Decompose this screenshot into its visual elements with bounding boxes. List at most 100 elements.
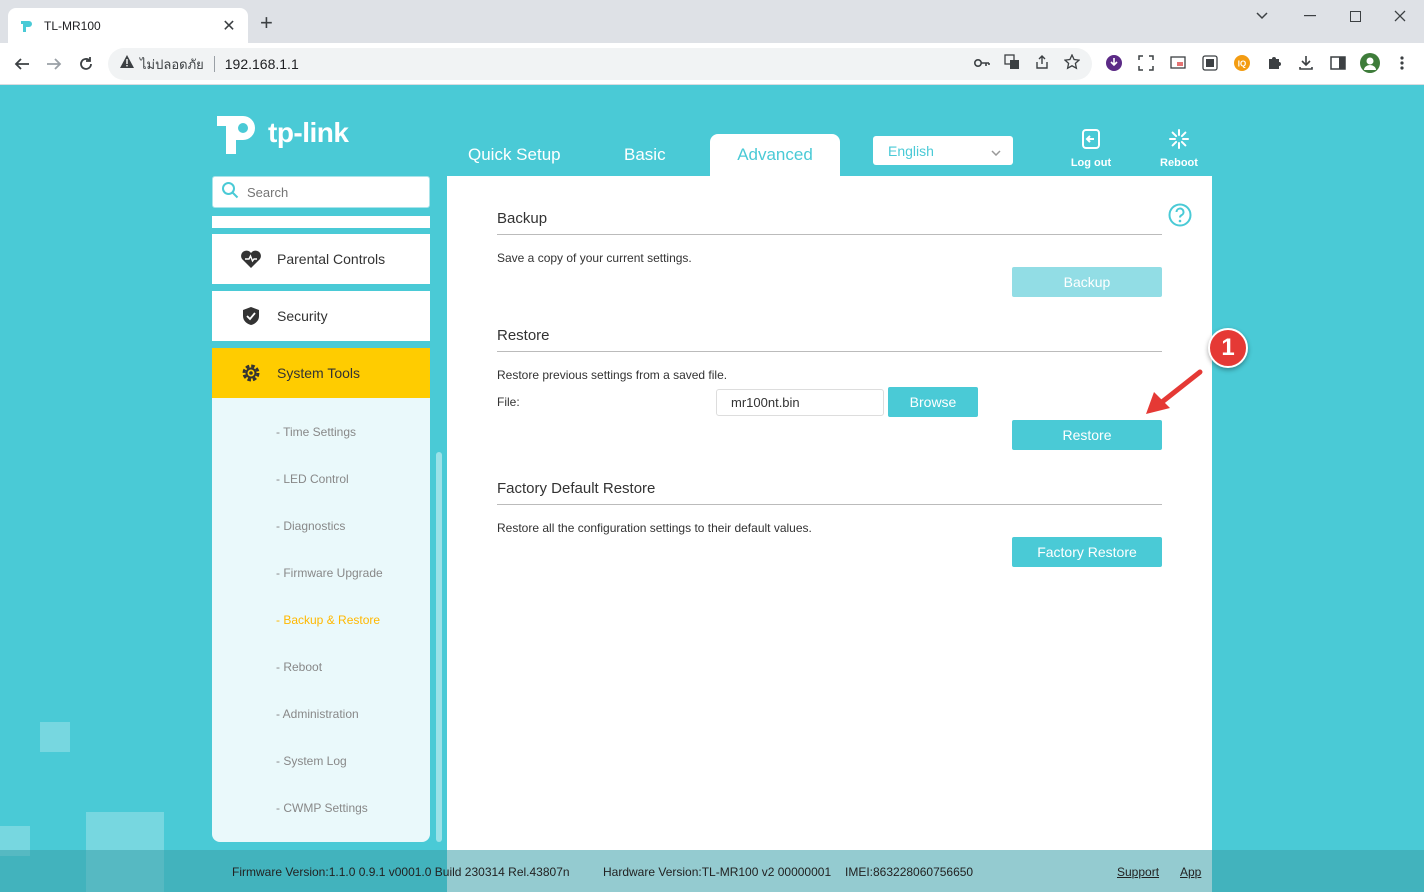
firmware-version: Firmware Version:1.1.0 0.9.1 v0001.0 Bui… bbox=[232, 865, 570, 879]
gear-icon bbox=[240, 362, 262, 384]
omnibox-divider bbox=[213, 56, 215, 72]
tplink-logo-icon bbox=[217, 116, 255, 154]
step-number-badge: 1 bbox=[1208, 328, 1248, 368]
tab-quick-setup[interactable]: Quick Setup bbox=[468, 145, 561, 165]
content-panel: Backup Save a copy of your current setti… bbox=[447, 176, 1212, 892]
logout-icon bbox=[1080, 128, 1102, 153]
browser-toolbar: ไม่ปลอดภัย 192.168.1.1 IQ bbox=[0, 43, 1424, 85]
submenu-backup-restore[interactable]: - Backup & Restore bbox=[276, 613, 380, 627]
support-link[interactable]: Support bbox=[1117, 865, 1159, 879]
screenshot-extension-icon[interactable] bbox=[1136, 53, 1156, 73]
capture-extension-icon[interactable] bbox=[1200, 53, 1220, 73]
sidebar-item-label: System Tools bbox=[277, 365, 360, 381]
reboot-button[interactable]: Reboot bbox=[1149, 128, 1209, 169]
tab-advanced-label: Advanced bbox=[737, 145, 813, 164]
help-icon[interactable] bbox=[1168, 203, 1192, 227]
backup-title: Backup bbox=[497, 210, 548, 227]
section-divider bbox=[497, 504, 1162, 505]
share-icon[interactable] bbox=[1034, 54, 1050, 75]
tab-close-icon[interactable]: ✕ bbox=[220, 16, 238, 36]
browse-button[interactable]: Browse bbox=[888, 387, 978, 417]
browser-tabstrip: TL-MR100 ✕ + bbox=[0, 0, 1424, 43]
downloads-icon[interactable] bbox=[1296, 53, 1316, 73]
submenu-cwmp-settings[interactable]: - CWMP Settings bbox=[276, 801, 368, 815]
annotation-arrow-icon bbox=[1146, 369, 1203, 414]
tplink-favicon-icon bbox=[18, 18, 34, 34]
reboot-icon bbox=[1168, 128, 1190, 153]
maximize-icon[interactable] bbox=[1335, 6, 1375, 26]
submenu-time-settings[interactable]: - Time Settings bbox=[276, 425, 356, 439]
sidebar-scrollbar[interactable] bbox=[436, 452, 442, 842]
tab-title: TL-MR100 bbox=[44, 18, 101, 33]
app-link[interactable]: App bbox=[1180, 865, 1201, 879]
tab-basic[interactable]: Basic bbox=[624, 145, 666, 165]
search-icon bbox=[221, 181, 239, 204]
warning-icon[interactable] bbox=[120, 55, 134, 73]
factory-restore-button[interactable]: Factory Restore bbox=[1012, 537, 1162, 567]
iq-extension-icon[interactable]: IQ bbox=[1232, 53, 1252, 73]
key-icon[interactable] bbox=[973, 55, 990, 73]
search-box[interactable] bbox=[212, 176, 430, 208]
tab-advanced[interactable]: Advanced bbox=[710, 134, 840, 176]
submenu-led-control[interactable]: - LED Control bbox=[276, 472, 349, 486]
submenu-system-log[interactable]: - System Log bbox=[276, 754, 347, 768]
restore-title: Restore bbox=[497, 327, 550, 344]
chevron-down-icon bbox=[991, 143, 1001, 159]
browser-menu-icon[interactable] bbox=[1392, 53, 1412, 73]
logout-button[interactable]: Log out bbox=[1061, 128, 1121, 169]
heart-icon bbox=[240, 248, 262, 270]
file-path-value: mr100nt.bin bbox=[731, 395, 800, 410]
logout-label: Log out bbox=[1070, 157, 1112, 169]
address-bar[interactable]: ไม่ปลอดภัย 192.168.1.1 bbox=[108, 48, 1092, 80]
imei-number: IMEI:863228060756650 bbox=[845, 865, 974, 879]
language-value: English bbox=[888, 142, 934, 159]
submenu-reboot[interactable]: - Reboot bbox=[276, 660, 322, 674]
forward-icon[interactable] bbox=[41, 51, 67, 77]
sidebar-item-label: Parental Controls bbox=[277, 251, 386, 267]
shield-icon bbox=[240, 305, 262, 327]
file-path-field[interactable]: mr100nt.bin bbox=[716, 389, 884, 416]
sidebar-item-parental-controls[interactable]: Parental Controls bbox=[212, 234, 430, 284]
sidebar-item-label: Security bbox=[277, 308, 328, 324]
bg-decoration bbox=[40, 722, 70, 752]
backup-description: Save a copy of your current settings. bbox=[497, 251, 692, 265]
sidebar-item-system-tools[interactable]: System Tools bbox=[212, 348, 430, 398]
security-label: ไม่ปลอดภัย bbox=[140, 56, 204, 72]
sidebar-item-partial[interactable] bbox=[212, 216, 430, 228]
sidebar-item-security[interactable]: Security bbox=[212, 291, 430, 341]
profile-avatar-icon[interactable] bbox=[1360, 53, 1380, 73]
language-select[interactable]: English bbox=[873, 136, 1013, 165]
back-icon[interactable] bbox=[9, 51, 35, 77]
system-tools-submenu: - Time Settings - LED Control - Diagnost… bbox=[212, 398, 430, 842]
svg-text:IQ: IQ bbox=[1238, 60, 1246, 69]
cast-extension-icon[interactable] bbox=[1168, 53, 1188, 73]
tab-search-icon[interactable] bbox=[1242, 6, 1282, 26]
restore-description: Restore previous settings from a saved f… bbox=[497, 368, 728, 382]
url-text[interactable]: 192.168.1.1 bbox=[225, 56, 974, 72]
file-label: File: bbox=[497, 395, 520, 409]
download-extension-icon[interactable] bbox=[1104, 53, 1124, 73]
hardware-version: Hardware Version:TL-MR100 v2 00000001 bbox=[603, 865, 832, 879]
browser-tab[interactable]: TL-MR100 ✕ bbox=[8, 8, 248, 43]
restore-button[interactable]: Restore bbox=[1012, 420, 1162, 450]
search-input[interactable] bbox=[247, 184, 417, 200]
backup-button[interactable]: Backup bbox=[1012, 267, 1162, 297]
new-tab-icon[interactable]: + bbox=[260, 12, 273, 34]
submenu-firmware-upgrade[interactable]: - Firmware Upgrade bbox=[276, 566, 383, 580]
bookmark-star-icon[interactable] bbox=[1063, 52, 1081, 75]
window-close-icon[interactable] bbox=[1380, 6, 1420, 26]
reboot-label: Reboot bbox=[1160, 157, 1198, 169]
minimize-icon[interactable] bbox=[1290, 6, 1330, 26]
page-footer: Firmware Version:1.1.0 0.9.1 v0001.0 Bui… bbox=[0, 850, 1424, 892]
section-divider bbox=[497, 351, 1162, 352]
factory-restore-title: Factory Default Restore bbox=[497, 480, 656, 497]
factory-restore-description: Restore all the configuration settings t… bbox=[497, 521, 812, 535]
puzzle-extensions-icon[interactable] bbox=[1264, 53, 1284, 73]
submenu-diagnostics[interactable]: - Diagnostics bbox=[276, 519, 345, 533]
tplink-logo: tp-link bbox=[212, 108, 349, 158]
side-panel-icon[interactable] bbox=[1328, 53, 1348, 73]
translate-icon[interactable] bbox=[1004, 53, 1020, 75]
router-page: tp-link Quick Setup Basic Advanced Engli… bbox=[0, 86, 1424, 892]
reload-icon[interactable] bbox=[73, 51, 99, 77]
submenu-administration[interactable]: - Administration bbox=[276, 707, 359, 721]
